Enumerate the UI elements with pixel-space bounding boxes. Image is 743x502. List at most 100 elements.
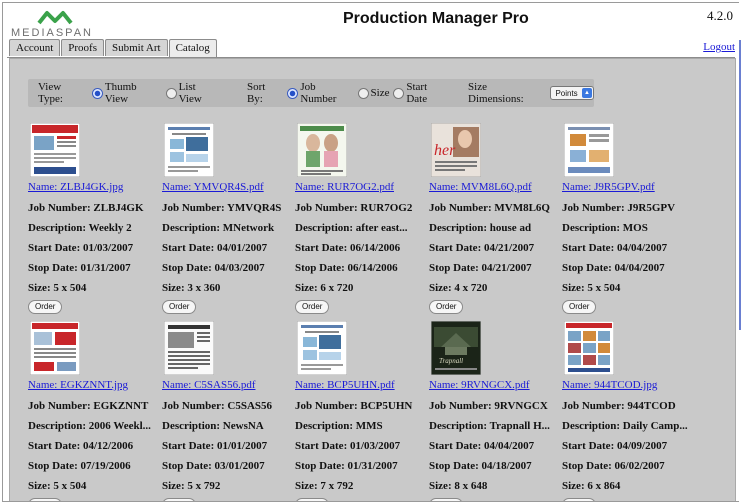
- item-job-number: Job Number: 9RVNGCX: [429, 400, 548, 412]
- item-name-link[interactable]: Name: MVM8L6Q.pdf: [429, 181, 532, 193]
- item-name-link[interactable]: Name: RUR7OG2.pdf: [295, 181, 394, 193]
- item-thumbnail[interactable]: Trapnall: [430, 320, 482, 376]
- item-thumbnail[interactable]: [296, 122, 348, 178]
- item-job-number: Job Number: 944TCOD: [562, 400, 676, 412]
- sort-size-label[interactable]: Size: [371, 87, 390, 99]
- item-name-link[interactable]: Name: ZLBJ4GK.jpg: [28, 181, 123, 193]
- mediaspan-logo: MEDIASPAN: [9, 7, 99, 41]
- item-stop-date: Stop Date: 01/31/2007: [28, 262, 131, 274]
- item-start-date: Start Date: 01/01/2007: [162, 440, 268, 452]
- app-window: MEDIASPAN Production Manager Pro 4.2.0 L…: [2, 2, 740, 502]
- item-stop-date: Stop Date: 04/03/2007: [162, 262, 265, 274]
- item-thumbnail[interactable]: [29, 320, 81, 376]
- item-stop-date: Stop Date: 06/14/2006: [295, 262, 398, 274]
- sort-job-number-radio[interactable]: [287, 87, 299, 99]
- item-job-number: Job Number: YMVQR4S: [162, 202, 282, 214]
- item-stop-date: Stop Date: 04/04/2007: [562, 262, 665, 274]
- item-name-link[interactable]: Name: EGKZNNT.jpg: [28, 379, 128, 391]
- order-button[interactable]: Order: [429, 498, 464, 501]
- item-thumbnail[interactable]: [296, 320, 348, 376]
- item-description: Description: NewsNA: [162, 420, 264, 432]
- item-size: Size: 4 x 720: [429, 282, 488, 294]
- item-start-date: Start Date: 04/04/2007: [562, 242, 668, 254]
- item-start-date: Start Date: 04/04/2007: [429, 440, 535, 452]
- select-arrows-icon: ▲: [581, 88, 592, 98]
- list-view-label[interactable]: List View: [179, 81, 221, 105]
- item-stop-date: Stop Date: 07/19/2006: [28, 460, 131, 472]
- item-job-number: Job Number: EGKZNNT: [28, 400, 149, 412]
- item-start-date: Start Date: 04/12/2006: [28, 440, 134, 452]
- item-stop-date: Stop Date: 01/31/2007: [295, 460, 398, 472]
- item-start-date: Start Date: 04/01/2007: [162, 242, 268, 254]
- item-job-number: Job Number: RUR7OG2: [295, 202, 413, 214]
- list-view-radio[interactable]: [165, 87, 177, 99]
- item-size: Size: 6 x 720: [295, 282, 354, 294]
- version-label: 4.2.0: [707, 8, 733, 23]
- item-job-number: Job Number: ZLBJ4GK: [28, 202, 144, 214]
- item-description: Description: Trapnall H...: [429, 420, 550, 432]
- item-start-date: Start Date: 04/21/2007: [429, 242, 535, 254]
- window-edge: [739, 0, 743, 502]
- background-window-edge: [739, 40, 741, 330]
- thumb-view-radio[interactable]: [92, 87, 103, 99]
- order-button[interactable]: Order: [28, 498, 63, 501]
- item-job-number: Job Number: BCP5UHN: [295, 400, 413, 412]
- logout-link[interactable]: Logout: [703, 41, 735, 53]
- item-start-date: Start Date: 01/03/2007: [28, 242, 134, 254]
- item-description: Description: house ad: [429, 222, 532, 234]
- view-type-group: View Type: Thumb View List View: [38, 81, 221, 105]
- item-thumbnail[interactable]: [163, 122, 215, 178]
- item-thumbnail[interactable]: [563, 320, 615, 376]
- tab-proofs[interactable]: Proofs: [61, 39, 104, 56]
- tab-submit-art[interactable]: Submit Art: [105, 39, 168, 56]
- item-start-date: Start Date: 01/03/2007: [295, 440, 401, 452]
- item-size: Size: 6 x 864: [562, 480, 621, 492]
- sort-start-date-label[interactable]: Start Date: [406, 81, 450, 105]
- tab-catalog[interactable]: Catalog: [168, 39, 217, 57]
- thumb-view-label[interactable]: Thumb View: [105, 81, 162, 105]
- item-name-link[interactable]: Name: YMVQR4S.pdf: [162, 181, 264, 193]
- item-thumbnail[interactable]: [29, 122, 81, 178]
- item-stop-date: Stop Date: 03/01/2007: [162, 460, 265, 472]
- main-tabs: Account Proofs Submit Art Catalog: [9, 39, 218, 57]
- sort-by-group: Sort By: Job Number Size Start Date: [247, 81, 450, 105]
- order-button[interactable]: Order: [162, 498, 197, 501]
- sort-job-number-label[interactable]: Job Number: [300, 81, 353, 105]
- item-start-date: Start Date: 04/09/2007: [562, 440, 668, 452]
- item-start-date: Start Date: 06/14/2006: [295, 242, 401, 254]
- item-name-link[interactable]: Name: C5SAS56.pdf: [162, 379, 256, 391]
- item-thumbnail[interactable]: [163, 320, 215, 376]
- item-name-link[interactable]: Name: BCP5UHN.pdf: [295, 379, 395, 391]
- order-button[interactable]: Order: [162, 300, 197, 314]
- item-thumbnail[interactable]: [563, 122, 615, 178]
- order-button[interactable]: Order: [295, 498, 330, 501]
- item-size: Size: 3 x 360: [162, 282, 221, 294]
- sort-by-label: Sort By:: [246, 81, 266, 105]
- order-button[interactable]: Order: [562, 498, 597, 501]
- order-button[interactable]: Order: [28, 300, 63, 314]
- item-stop-date: Stop Date: 04/21/2007: [429, 262, 532, 274]
- item-size: Size: 5 x 504: [28, 282, 87, 294]
- item-size: Size: 8 x 648: [429, 480, 488, 492]
- item-name-link[interactable]: Name: 9RVNGCX.pdf: [429, 379, 530, 391]
- item-thumbnail[interactable]: her: [430, 122, 482, 178]
- svg-text:her: her: [434, 142, 456, 159]
- item-stop-date: Stop Date: 06/02/2007: [562, 460, 665, 472]
- size-dimensions-value: Points: [555, 89, 578, 98]
- tab-account[interactable]: Account: [9, 39, 61, 56]
- size-dimensions-select[interactable]: Points ▲: [550, 86, 594, 100]
- item-description: Description: MNetwork: [162, 222, 275, 234]
- item-size: Size: 5 x 504: [562, 282, 621, 294]
- order-button[interactable]: Order: [562, 300, 597, 314]
- sort-start-date-radio[interactable]: [393, 87, 405, 99]
- item-size: Size: 5 x 792: [162, 480, 221, 492]
- item-name-link[interactable]: Name: J9R5GPV.pdf: [562, 181, 655, 193]
- order-button[interactable]: Order: [295, 300, 330, 314]
- item-description: Description: after east...: [295, 222, 408, 234]
- item-name-link[interactable]: Name: 944TCOD.jpg: [562, 379, 657, 391]
- sort-size-radio[interactable]: [357, 87, 369, 99]
- svg-text:Trapnall: Trapnall: [439, 357, 463, 365]
- item-description: Description: MOS: [562, 222, 648, 234]
- order-button[interactable]: Order: [429, 300, 464, 314]
- brand-name: MEDIASPAN: [11, 27, 93, 39]
